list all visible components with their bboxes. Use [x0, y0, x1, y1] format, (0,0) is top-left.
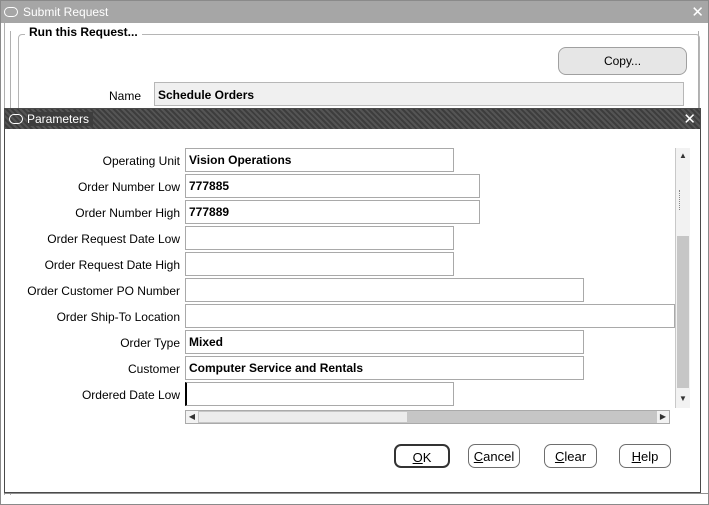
customer-label: Customer	[127, 362, 180, 376]
scroll-up-icon[interactable]: ▲	[676, 149, 690, 163]
ok-mnemonic: O	[412, 450, 423, 465]
clear-rest: lear	[564, 449, 587, 464]
scroll-right-icon[interactable]: ▶	[657, 411, 669, 423]
window-icon	[9, 114, 23, 124]
operating-unit-label: Operating Unit	[102, 154, 180, 168]
cancel-rest: ancel	[483, 449, 515, 464]
horizontal-scroll-thumb[interactable]	[199, 412, 407, 422]
bottom-frame-line	[4, 493, 708, 494]
ordered-date-low-label: Ordered Date Low	[81, 388, 180, 402]
scroll-left-icon[interactable]: ◀	[186, 411, 198, 423]
copy-button[interactable]: Copy...	[558, 47, 687, 75]
order-type-label: Order Type	[120, 336, 180, 350]
order-ship-to-label: Order Ship-To Location	[56, 310, 180, 324]
order-request-date-high-label: Order Request Date High	[44, 258, 180, 272]
operating-unit-field[interactable]: Vision Operations	[185, 148, 454, 172]
outer-titlebar: Submit Request ✕	[1, 1, 708, 23]
cancel-mnemonic: C	[473, 449, 484, 464]
clear-button[interactable]: Clear	[544, 444, 597, 468]
clear-mnemonic: C	[554, 449, 565, 464]
close-icon[interactable]: ✕	[683, 110, 696, 128]
scroll-down-icon[interactable]: ▼	[676, 392, 690, 406]
order-ship-to-field[interactable]	[185, 304, 675, 328]
name-label: Name	[109, 89, 142, 103]
ordered-date-low-field[interactable]	[185, 382, 454, 406]
close-icon[interactable]: ✕	[691, 3, 704, 21]
window-title: Submit Request	[23, 5, 109, 19]
order-number-low-field[interactable]: 777885	[185, 174, 480, 198]
run-request-legend: Run this Request...	[25, 25, 142, 39]
vertical-scrollbar[interactable]: ▲ ▼	[675, 148, 690, 408]
parameters-titlebar: Parameters ✕	[5, 109, 700, 129]
name-field[interactable]: Schedule Orders	[154, 82, 684, 106]
help-rest: elp	[641, 449, 659, 464]
parameters-title: Parameters	[27, 112, 94, 126]
customer-field[interactable]: Computer Service and Rentals	[185, 356, 584, 380]
order-request-date-low-field[interactable]	[185, 226, 454, 250]
horizontal-scrollbar[interactable]: ◀ ▶	[185, 410, 670, 424]
ok-button[interactable]: OK	[394, 444, 450, 468]
cancel-button[interactable]: Cancel	[468, 444, 520, 468]
window-icon	[4, 7, 18, 17]
order-number-low-label: Order Number Low	[77, 180, 180, 194]
order-type-field[interactable]: Mixed	[185, 330, 584, 354]
order-customer-po-field[interactable]	[185, 278, 584, 302]
order-request-date-low-label: Order Request Date Low	[47, 232, 180, 246]
ok-rest: K	[422, 450, 432, 465]
vertical-scroll-thumb[interactable]	[677, 236, 689, 388]
order-customer-po-label: Order Customer PO Number	[27, 284, 180, 298]
order-number-high-label: Order Number High	[75, 206, 180, 220]
help-mnemonic: H	[631, 449, 642, 464]
order-request-date-high-field[interactable]	[185, 252, 454, 276]
scroll-grip-icon	[679, 190, 688, 210]
help-button[interactable]: Help	[619, 444, 671, 468]
order-number-high-field[interactable]: 777889	[185, 200, 480, 224]
